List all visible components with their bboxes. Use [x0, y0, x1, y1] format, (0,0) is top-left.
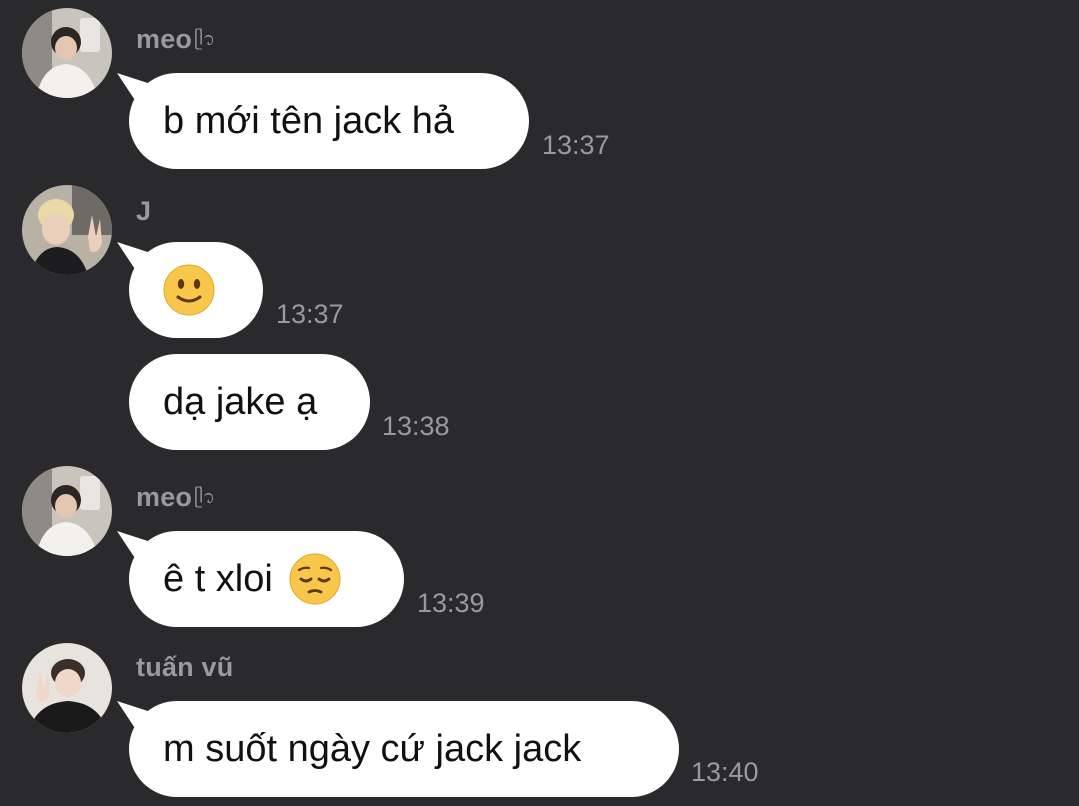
avatar-tuan-vu[interactable]	[22, 643, 112, 733]
sender-decoration: ᥫ᭡	[194, 29, 216, 49]
sender-decoration: ᥫ᭡	[194, 487, 216, 507]
message-timestamp: 13:39	[417, 588, 485, 618]
message-timestamp: 13:38	[382, 411, 450, 441]
message-bubble[interactable]: b mới tên jack hả	[129, 73, 529, 169]
sender-name: tuấn vũ	[136, 652, 234, 682]
message-text: dạ jake ạ	[163, 380, 318, 423]
sender-name: J	[136, 196, 152, 226]
message-timestamp: 13:40	[691, 757, 759, 787]
message-bubble[interactable]	[129, 242, 263, 338]
message-bubble[interactable]: dạ jake ạ	[129, 354, 370, 450]
message-text: m suốt ngày cứ jack jack	[163, 727, 582, 770]
message-timestamp: 13:37	[276, 299, 344, 329]
message-text: b mới tên jack hả	[163, 99, 455, 142]
avatar-meo[interactable]	[22, 8, 112, 98]
message-bubble[interactable]: ê t xloi	[129, 531, 404, 627]
slightly-smiling-face-emoji	[163, 264, 215, 316]
avatar-j[interactable]	[22, 185, 112, 275]
message-bubble[interactable]: m suốt ngày cứ jack jack	[129, 701, 679, 797]
chat-thread: meo ᥫ᭡ b mới tên jack hả 13:37 J 13:37 d…	[0, 0, 1079, 806]
avatar-meo[interactable]	[22, 466, 112, 556]
message-timestamp: 13:37	[542, 130, 610, 160]
sender-name: meo ᥫ᭡	[136, 24, 216, 54]
message-text: ê t xloi	[163, 557, 284, 600]
pensive-face-emoji	[289, 553, 341, 605]
sender-name: meo ᥫ᭡	[136, 482, 216, 512]
